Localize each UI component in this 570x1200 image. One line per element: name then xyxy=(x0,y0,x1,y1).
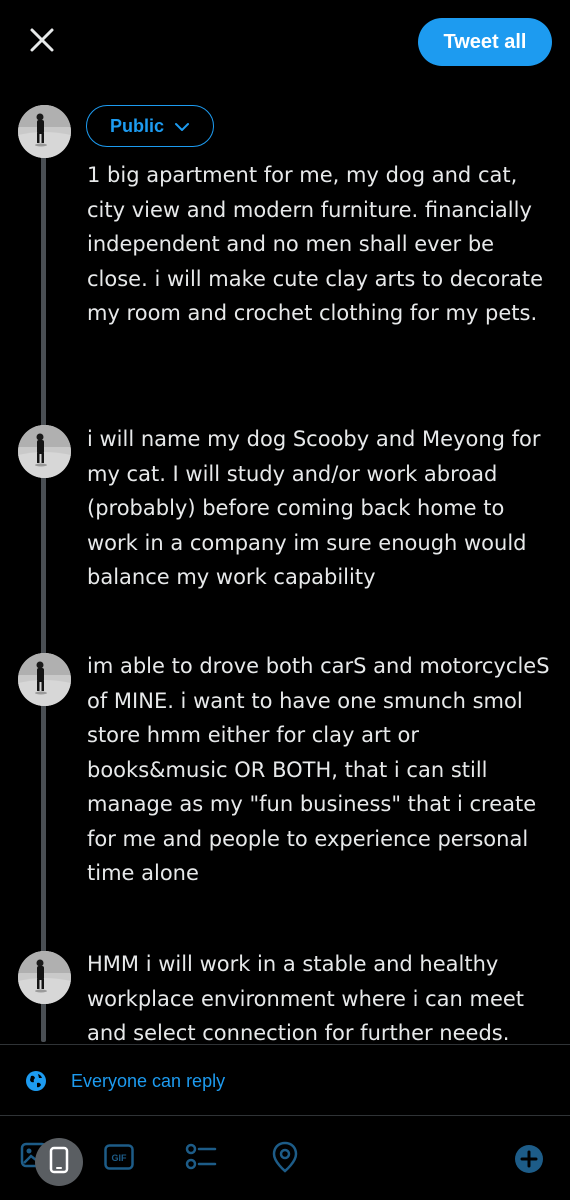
reply-settings-button[interactable]: Everyone can reply xyxy=(0,1044,570,1116)
audience-selector[interactable]: Public xyxy=(86,105,214,147)
avatar xyxy=(18,951,71,1004)
globe-icon xyxy=(25,1070,47,1096)
chevron-down-icon xyxy=(174,116,190,137)
tweet-all-button[interactable]: Tweet all xyxy=(418,18,552,66)
gif-icon[interactable]: GIF xyxy=(104,1144,134,1174)
tweet-text-input[interactable]: 1 big apartment for me, my dog and cat, … xyxy=(87,158,557,331)
tweet-text-input[interactable]: im able to drove both carS and motorcycl… xyxy=(87,649,557,891)
gif-label: GIF xyxy=(112,1153,128,1163)
poll-icon[interactable] xyxy=(185,1142,217,1176)
phone-icon xyxy=(49,1146,69,1178)
add-icon[interactable] xyxy=(514,1144,544,1178)
audience-label: Public xyxy=(109,115,164,136)
tweet-text-input[interactable]: HMM i will work in a stable and healthy … xyxy=(87,947,557,1043)
thread-connector-line xyxy=(41,152,46,1042)
tweet-text-input[interactable]: i will name my dog Scooby and Meyong for… xyxy=(87,422,557,595)
close-icon xyxy=(29,27,55,57)
avatar xyxy=(18,425,71,478)
avatar xyxy=(18,653,71,706)
reply-settings-label: Everyone can reply xyxy=(71,1071,226,1091)
composer-toolbar: GIF xyxy=(0,1117,570,1200)
floating-phone-button[interactable] xyxy=(35,1138,83,1186)
location-icon[interactable] xyxy=(272,1141,298,1177)
avatar xyxy=(18,105,71,158)
close-button[interactable] xyxy=(22,22,62,62)
